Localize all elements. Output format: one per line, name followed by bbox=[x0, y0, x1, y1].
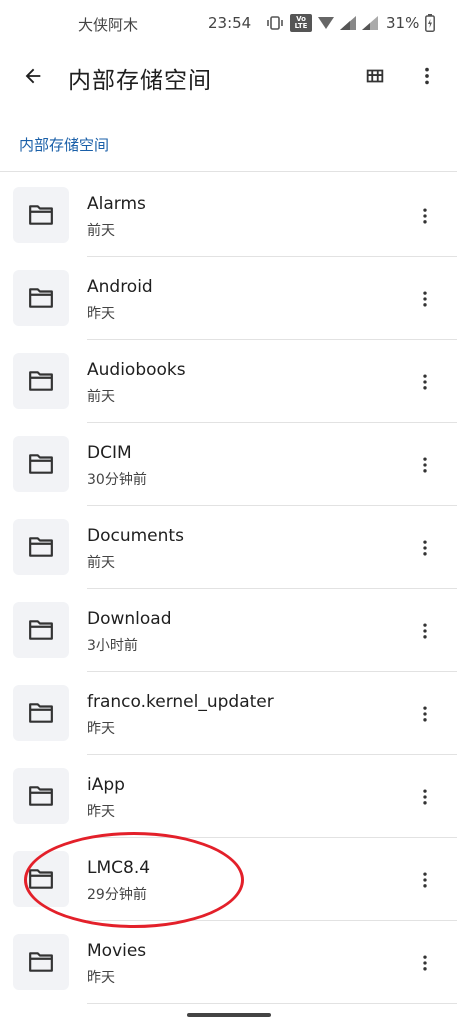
more-vert-icon bbox=[423, 374, 427, 390]
signal-1-icon bbox=[340, 16, 356, 30]
file-date: 昨天 bbox=[87, 306, 115, 322]
folder-thumbnail bbox=[13, 602, 69, 658]
signal-2-icon bbox=[362, 16, 378, 30]
screen: 大侠阿木 23:54 Vo LTE 31% 内部存储空间 内部存储空间 Alar… bbox=[0, 0, 457, 1024]
breadcrumb-item-internal-storage[interactable]: 内部存储空间 bbox=[19, 134, 109, 155]
app-bar: 内部存储空间 bbox=[0, 48, 457, 106]
status-icons: Vo LTE 31% bbox=[266, 12, 436, 34]
folder-thumbnail bbox=[13, 353, 69, 409]
item-more-button[interactable] bbox=[405, 445, 445, 485]
folder-thumbnail bbox=[13, 519, 69, 575]
gesture-nav-handle[interactable] bbox=[187, 1013, 271, 1017]
list-item[interactable]: LMC8.4 29分钟前 bbox=[0, 838, 457, 921]
grid-view-icon bbox=[366, 69, 384, 83]
file-name: franco.kernel_updater bbox=[87, 692, 274, 712]
list-item[interactable]: Audiobooks 前天 bbox=[0, 340, 457, 423]
folder-thumbnail bbox=[13, 436, 69, 492]
file-name: Documents bbox=[87, 526, 184, 546]
overflow-menu-button[interactable] bbox=[407, 56, 447, 96]
vibrate-icon bbox=[266, 15, 284, 31]
item-more-button[interactable] bbox=[405, 860, 445, 900]
folder-icon bbox=[29, 537, 53, 557]
list-item[interactable]: Alarms 前天 bbox=[0, 174, 457, 257]
folder-icon bbox=[29, 703, 53, 723]
file-name: Download bbox=[87, 609, 172, 629]
more-vert-icon bbox=[423, 623, 427, 639]
item-more-button[interactable] bbox=[405, 362, 445, 402]
file-date: 3小时前 bbox=[87, 638, 138, 654]
folder-icon bbox=[29, 952, 53, 972]
list-item[interactable]: Android 昨天 bbox=[0, 257, 457, 340]
folder-icon bbox=[29, 205, 53, 225]
clock: 23:54 bbox=[208, 14, 252, 32]
file-date: 昨天 bbox=[87, 721, 115, 737]
file-name: Audiobooks bbox=[87, 360, 186, 380]
file-date: 昨天 bbox=[87, 970, 115, 986]
folder-thumbnail bbox=[13, 270, 69, 326]
file-name: DCIM bbox=[87, 443, 132, 463]
list-item[interactable]: Documents 前天 bbox=[0, 506, 457, 589]
battery-charging-icon bbox=[425, 14, 436, 32]
item-more-button[interactable] bbox=[405, 279, 445, 319]
file-date: 前天 bbox=[87, 389, 115, 405]
page-title: 内部存储空间 bbox=[68, 68, 212, 94]
grid-view-button[interactable] bbox=[355, 56, 395, 96]
carrier-name: 大侠阿木 bbox=[78, 16, 139, 34]
file-name: iApp bbox=[87, 775, 125, 795]
file-name: Android bbox=[87, 277, 153, 297]
battery-percent: 31% bbox=[386, 14, 420, 32]
more-vert-icon bbox=[423, 706, 427, 722]
list-item[interactable]: DCIM 30分钟前 bbox=[0, 423, 457, 506]
more-vert-icon bbox=[423, 955, 427, 971]
more-vert-icon bbox=[423, 540, 427, 556]
more-vert-icon bbox=[423, 291, 427, 307]
list-item[interactable]: Download 3小时前 bbox=[0, 589, 457, 672]
file-date: 29分钟前 bbox=[87, 887, 147, 903]
folder-thumbnail bbox=[13, 934, 69, 990]
item-more-button[interactable] bbox=[405, 777, 445, 817]
item-more-button[interactable] bbox=[405, 694, 445, 734]
folder-icon bbox=[29, 288, 53, 308]
more-vert-icon bbox=[423, 789, 427, 805]
file-date: 30分钟前 bbox=[87, 472, 147, 488]
item-more-button[interactable] bbox=[405, 611, 445, 651]
file-name: Movies bbox=[87, 941, 147, 961]
folder-thumbnail bbox=[13, 851, 69, 907]
back-button[interactable] bbox=[12, 55, 54, 97]
file-date: 前天 bbox=[87, 223, 115, 239]
folder-thumbnail bbox=[13, 187, 69, 243]
more-vert-icon bbox=[423, 872, 427, 888]
folder-icon bbox=[29, 371, 53, 391]
arrow-back-icon bbox=[25, 68, 41, 84]
wifi-icon bbox=[318, 16, 334, 30]
file-date: 昨天 bbox=[87, 804, 115, 820]
folder-thumbnail bbox=[13, 685, 69, 741]
folder-icon bbox=[29, 869, 53, 889]
volte-icon: Vo LTE bbox=[290, 14, 312, 32]
folder-icon bbox=[29, 786, 53, 806]
item-more-button[interactable] bbox=[405, 528, 445, 568]
folder-icon bbox=[29, 620, 53, 640]
file-name: Alarms bbox=[87, 194, 146, 214]
more-vert-icon bbox=[425, 67, 429, 85]
file-name: LMC8.4 bbox=[87, 858, 151, 878]
item-more-button[interactable] bbox=[405, 943, 445, 983]
status-bar: 大侠阿木 23:54 Vo LTE 31% bbox=[0, 0, 457, 46]
file-list: Alarms 前天 Android 昨天 Audiobooks 前天 DCIM … bbox=[0, 174, 457, 1004]
folder-thumbnail bbox=[13, 768, 69, 824]
volte-bottom-label: LTE bbox=[294, 22, 308, 30]
more-vert-icon bbox=[423, 208, 427, 224]
folder-icon bbox=[29, 454, 53, 474]
list-item[interactable]: Movies 昨天 bbox=[0, 921, 457, 1004]
list-item[interactable]: iApp 昨天 bbox=[0, 755, 457, 838]
breadcrumb: 内部存储空间 bbox=[0, 118, 457, 172]
more-vert-icon bbox=[423, 457, 427, 473]
file-date: 前天 bbox=[87, 555, 115, 571]
item-more-button[interactable] bbox=[405, 196, 445, 236]
list-item[interactable]: franco.kernel_updater 昨天 bbox=[0, 672, 457, 755]
